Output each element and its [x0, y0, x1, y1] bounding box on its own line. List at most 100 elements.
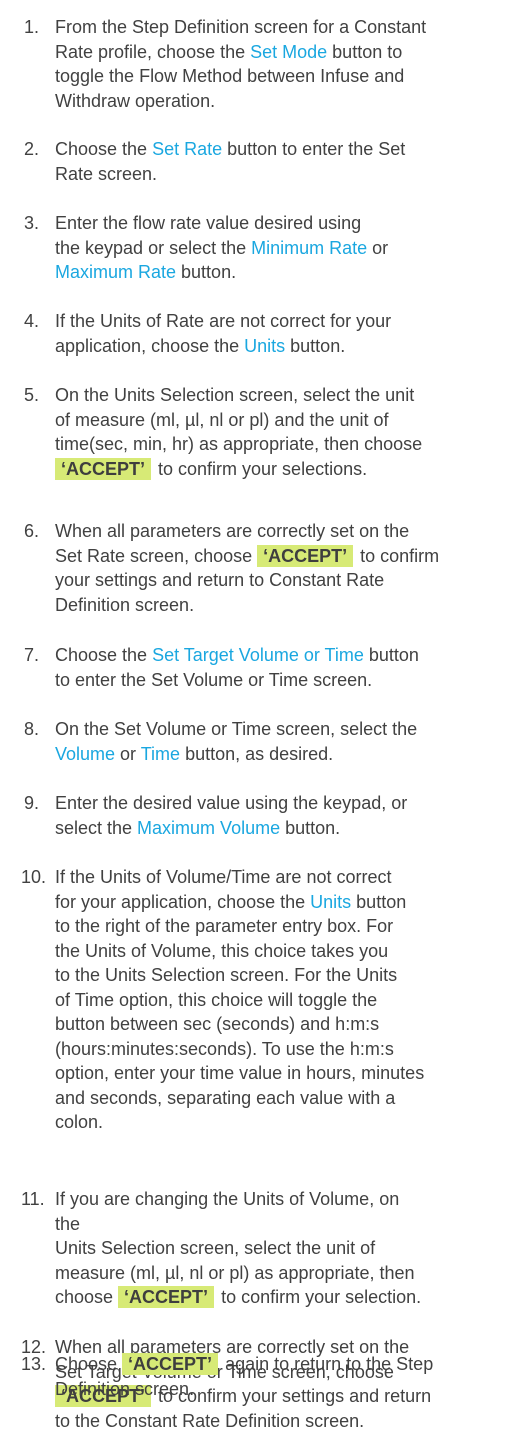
text-run: toggle the Flow Method between Infuse an… [55, 66, 404, 86]
step-text-line: If the Units of Rate are not correct for… [55, 309, 520, 334]
text-run: or [115, 744, 141, 764]
button-name-highlight: Set Mode [250, 42, 327, 62]
text-run: Definition screen. [55, 595, 194, 615]
step-text-line: of Time option, this choice will toggle … [55, 988, 520, 1013]
step-text-line: to enter the Set Volume or Time screen. [55, 668, 520, 693]
step-text: If you are changing the Units of Volume,… [55, 1187, 520, 1310]
text-run: to confirm your selections. [153, 459, 367, 479]
text-run: the keypad or select the [55, 238, 251, 258]
text-run: Set Rate screen, choose [55, 546, 257, 566]
text-run: button. [285, 336, 345, 356]
text-run: On the Set Volume or Time screen, select… [55, 719, 417, 739]
step-number: 6. [24, 519, 39, 544]
text-run: Choose the [55, 645, 152, 665]
text-run: Rate profile, choose the [55, 42, 250, 62]
step-text-line: the keypad or select the Minimum Rate or [55, 236, 520, 261]
text-run: Units Selection screen, select the unit … [55, 1238, 375, 1258]
text-run: again to return to the Step [220, 1354, 433, 1374]
step-text-line: Choose ‘ACCEPT’ again to return to the S… [55, 1352, 520, 1377]
accept-label: ‘ACCEPT’ [122, 1353, 218, 1375]
step-number: 2. [24, 137, 39, 162]
step-text: If the Units of Volume/Time are not corr… [55, 865, 520, 1135]
text-run: choose [55, 1287, 118, 1307]
step-text-line: ‘ACCEPT’ to confirm your selections. [55, 457, 520, 482]
text-run: When all parameters are correctly set on… [55, 521, 409, 541]
accept-label: ‘ACCEPT’ [118, 1286, 214, 1308]
button-name-highlight: Time [141, 744, 180, 764]
text-run: of Time option, this choice will toggle … [55, 990, 377, 1010]
text-run: the Units of Volume, this choice takes y… [55, 941, 388, 961]
step-text-line: of measure (ml, µl, nl or pl) and the un… [55, 408, 520, 433]
step-text: From the Step Definition screen for a Co… [55, 15, 520, 113]
step-text: Choose the Set Target Volume or Time but… [55, 643, 520, 692]
step-text-line: Enter the flow rate value desired using [55, 211, 520, 236]
button-name-highlight: Set Rate [152, 139, 222, 159]
step-text: Choose ‘ACCEPT’ again to return to the S… [55, 1352, 520, 1401]
step-text: Choose the Set Rate button to enter the … [55, 137, 520, 186]
step-number: 5. [24, 383, 39, 408]
text-run: to confirm [355, 546, 439, 566]
accept-label: ‘ACCEPT’ [55, 458, 151, 480]
button-name-highlight: Minimum Rate [251, 238, 367, 258]
step-text-line: Choose the Set Rate button to enter the … [55, 137, 520, 162]
step-text-line: Set Rate screen, choose ‘ACCEPT’ to conf… [55, 544, 520, 569]
text-run: Enter the desired value using the keypad… [55, 793, 407, 813]
accept-label: ‘ACCEPT’ [257, 545, 353, 567]
text-run: button. [280, 818, 340, 838]
button-name-highlight: Units [310, 892, 351, 912]
text-run: colon. [55, 1112, 103, 1132]
text-run: From the Step Definition screen for a Co… [55, 17, 426, 37]
step-text-line: (hours:minutes:seconds). To use the h:m:… [55, 1037, 520, 1062]
text-run: to confirm your selection. [216, 1287, 421, 1307]
step-text: On the Units Selection screen, select th… [55, 383, 520, 481]
step-text: Enter the flow rate value desired using t… [55, 211, 520, 285]
text-run: button. [176, 262, 236, 282]
text-run: and seconds, separating each value with … [55, 1088, 395, 1108]
step-text-line: Rate profile, choose the Set Mode button… [55, 40, 520, 65]
text-run: to the Constant Rate Definition screen. [55, 1411, 364, 1431]
text-run: If you are changing the Units of Volume,… [55, 1189, 399, 1209]
text-run: Definition screen. [55, 1379, 194, 1399]
step-text-line: select the Maximum Volume button. [55, 816, 520, 841]
step-text-line: application, choose the Units button. [55, 334, 520, 359]
step-text-line: Definition screen. [55, 593, 520, 618]
text-run: Enter the flow rate value desired using [55, 213, 361, 233]
button-name-highlight: Set Target Volume or Time [152, 645, 364, 665]
step-text: On the Set Volume or Time screen, select… [55, 717, 520, 766]
text-run: On the Units Selection screen, select th… [55, 385, 414, 405]
step-text-line: On the Units Selection screen, select th… [55, 383, 520, 408]
step-text: Enter the desired value using the keypad… [55, 791, 520, 840]
step-number: 9. [24, 791, 39, 816]
step-text-line: Maximum Rate button. [55, 260, 520, 285]
step-text: When all parameters are correctly set on… [55, 519, 520, 617]
step-text-line: toggle the Flow Method between Infuse an… [55, 64, 520, 89]
text-run: measure (ml, µl, nl or pl) as appropriat… [55, 1263, 415, 1283]
text-run: or [367, 238, 388, 258]
step-number: 1. [24, 15, 39, 40]
text-run: button [364, 645, 419, 665]
step-text-line: If the Units of Volume/Time are not corr… [55, 865, 520, 890]
step-text-line: Enter the desired value using the keypad… [55, 791, 520, 816]
text-run: option, enter your time value in hours, … [55, 1063, 424, 1083]
step-text-line: Definition screen. [55, 1377, 520, 1402]
text-run: button, as desired. [180, 744, 333, 764]
step-text-line: From the Step Definition screen for a Co… [55, 15, 520, 40]
step-text-line: colon. [55, 1110, 520, 1135]
step-text-line: option, enter your time value in hours, … [55, 1061, 520, 1086]
text-run: Choose the [55, 139, 152, 159]
text-run: If the Units of Rate are not correct for… [55, 311, 391, 331]
text-run: of measure (ml, µl, nl or pl) and the un… [55, 410, 389, 430]
step-text-line: Units Selection screen, select the unit … [55, 1236, 520, 1261]
step-text-line: Rate screen. [55, 162, 520, 187]
step-text-line: If you are changing the Units of Volume,… [55, 1187, 520, 1212]
step-text-line: and seconds, separating each value with … [55, 1086, 520, 1111]
step-text: If the Units of Rate are not correct for… [55, 309, 520, 358]
step-text-line: On the Set Volume or Time screen, select… [55, 717, 520, 742]
text-run: button between sec (seconds) and h:m:s [55, 1014, 379, 1034]
text-run: for your application, choose the [55, 892, 310, 912]
step-text-line: Choose the Set Target Volume or Time but… [55, 643, 520, 668]
step-text-line: button between sec (seconds) and h:m:s [55, 1012, 520, 1037]
step-text-line: to the right of the parameter entry box.… [55, 914, 520, 939]
step-text-line: the Units of Volume, this choice takes y… [55, 939, 520, 964]
step-number: 8. [24, 717, 39, 742]
